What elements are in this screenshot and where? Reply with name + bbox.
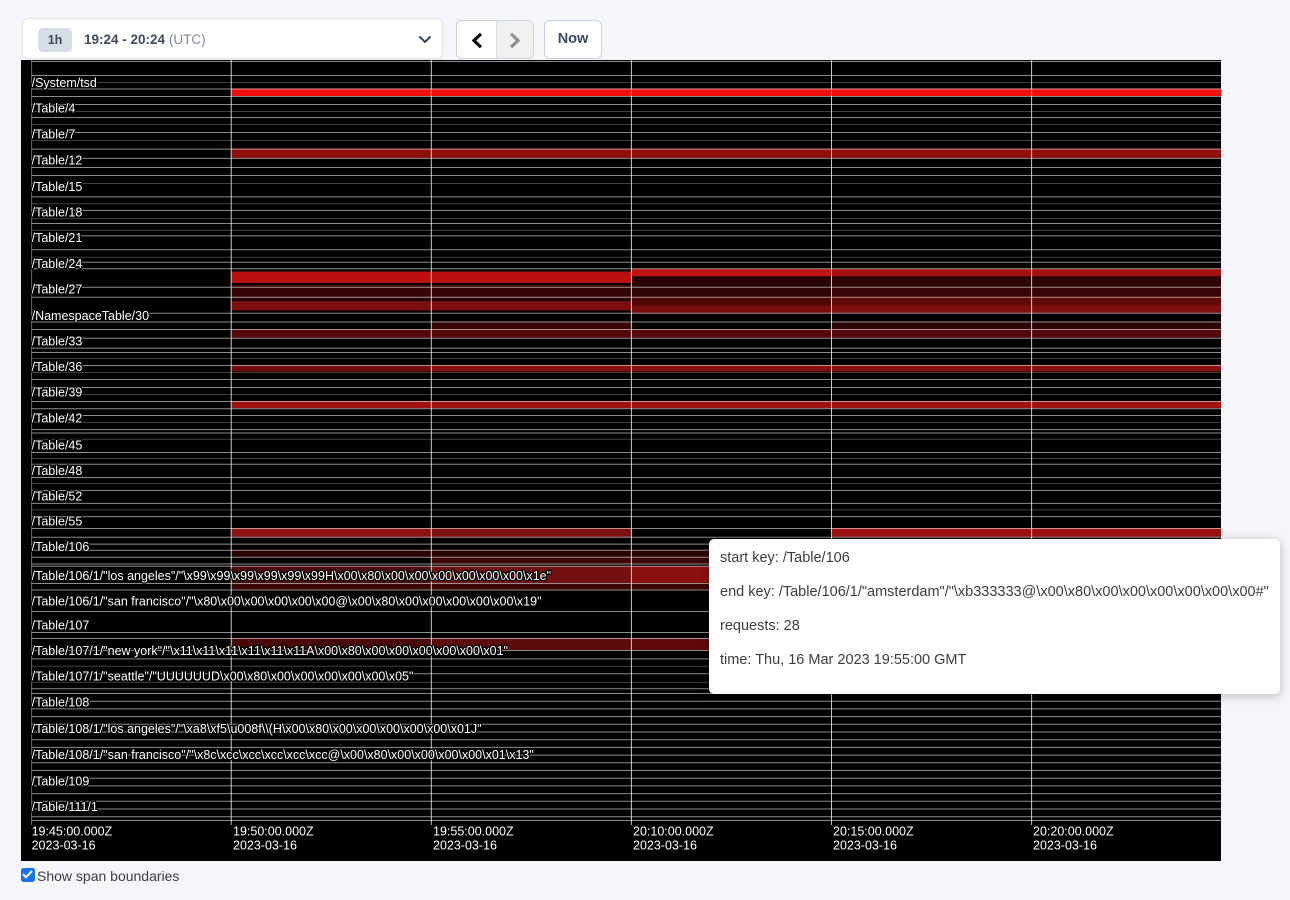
svg-text:20:15:00.000Z: 20:15:00.000Z [833,825,914,839]
svg-text:2023-03-16: 2023-03-16 [433,839,497,853]
svg-text:/System/tsd: /System/tsd [32,76,97,90]
svg-text:/Table/107/1/"new york"/"\x11\: /Table/107/1/"new york"/"\x11\x11\x11\x1… [32,644,508,658]
svg-text:/Table/106: /Table/106 [32,540,90,554]
svg-text:/Table/27: /Table/27 [32,282,83,296]
svg-text:19:50:00.000Z: 19:50:00.000Z [233,825,314,839]
svg-text:/Table/108/1/"los angeles"/"\x: /Table/108/1/"los angeles"/"\xa8\xf5\u00… [32,722,482,736]
svg-text:19:55:00.000Z: 19:55:00.000Z [433,825,514,839]
svg-text:/Table/109: /Table/109 [32,774,90,788]
svg-text:/Table/42: /Table/42 [32,411,83,425]
svg-text:20:10:00.000Z: 20:10:00.000Z [633,825,714,839]
svg-text:2023-03-16: 2023-03-16 [633,839,697,853]
svg-text:/Table/36: /Table/36 [32,360,83,374]
svg-text:/Table/15: /Table/15 [32,180,83,194]
svg-text:/Table/52: /Table/52 [32,489,83,503]
svg-text:2023-03-16: 2023-03-16 [32,839,96,853]
svg-text:/Table/107/1/"seattle"/"UUUUUU: /Table/107/1/"seattle"/"UUUUUUD\x00\x80\… [32,669,414,683]
svg-text:2023-03-16: 2023-03-16 [233,839,297,853]
svg-text:/Table/21: /Table/21 [32,231,83,245]
svg-text:/Table/108: /Table/108 [32,695,90,709]
svg-text:/Table/106/1/"san francisco"/": /Table/106/1/"san francisco"/"\x80\x00\x… [32,594,542,608]
svg-text:/Table/106/1/"los angeles"/"\x: /Table/106/1/"los angeles"/"\x99\x99\x99… [32,569,551,583]
svg-text:/Table/108/1/"san francisco"/": /Table/108/1/"san francisco"/"\x8c\xcc\x… [32,748,534,762]
svg-text:19:45:00.000Z: 19:45:00.000Z [32,825,113,839]
svg-text:/Table/111/1: /Table/111/1 [32,800,98,814]
svg-text:/Table/55: /Table/55 [32,514,83,528]
svg-text:/Table/48: /Table/48 [32,464,83,478]
svg-text:/Table/4: /Table/4 [32,101,76,115]
svg-text:2023-03-16: 2023-03-16 [833,839,897,853]
svg-text:20:20:00.000Z: 20:20:00.000Z [1033,825,1114,839]
svg-text:/Table/107: /Table/107 [32,618,90,632]
svg-text:/Table/12: /Table/12 [32,153,83,167]
svg-text:/Table/24: /Table/24 [32,257,83,271]
svg-text:/Table/18: /Table/18 [32,205,83,219]
svg-text:/Table/39: /Table/39 [32,385,83,399]
svg-text:2023-03-16: 2023-03-16 [1033,839,1097,853]
svg-text:/Table/7: /Table/7 [32,127,76,141]
svg-text:/NamespaceTable/30: /NamespaceTable/30 [32,309,149,323]
svg-text:/Table/45: /Table/45 [32,438,83,452]
svg-text:/Table/33: /Table/33 [32,334,83,348]
